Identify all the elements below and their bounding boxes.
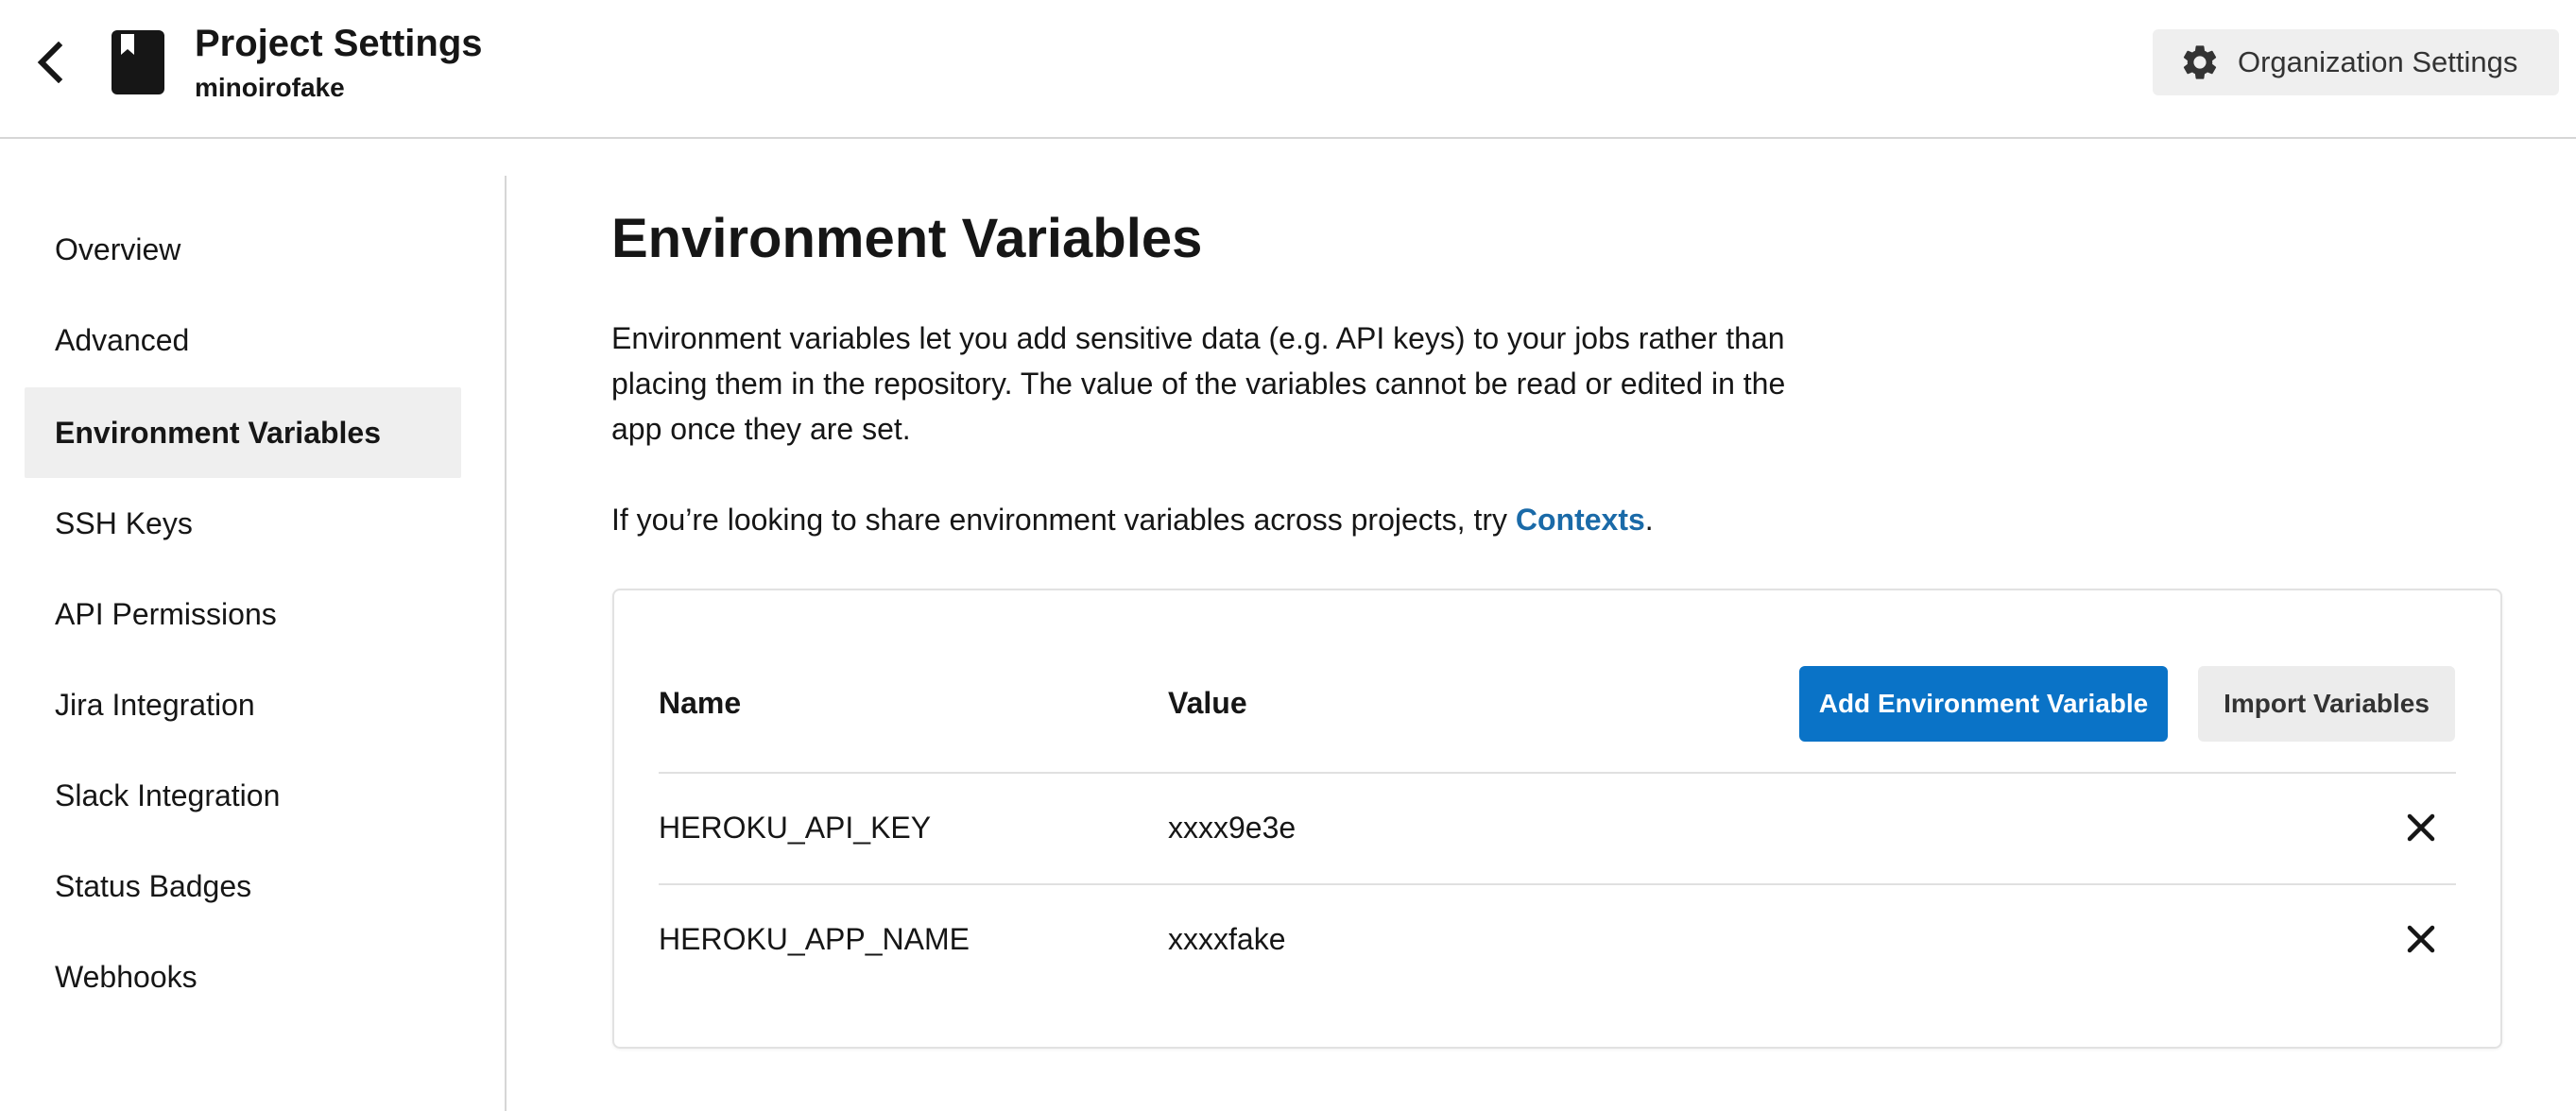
sidebar-item-label: API Permissions [55, 596, 277, 631]
table-cell-value: xxxxfake [1168, 922, 1286, 956]
close-icon [2407, 813, 2435, 842]
table-cell-name: HEROKU_API_KEY [659, 811, 932, 845]
contexts-link[interactable]: Contexts [1516, 503, 1645, 537]
organization-settings-label: Organization Settings [2238, 45, 2518, 78]
sidebar-item-label: Slack Integration [55, 778, 281, 812]
sidebar-item-webhooks[interactable]: Webhooks [25, 932, 461, 1022]
import-variables-button[interactable]: Import Variables [2198, 666, 2455, 742]
sidebar-item-label: Overview [55, 231, 181, 266]
column-header-name: Name [659, 686, 742, 720]
table-row-divider [659, 883, 2456, 885]
back-button[interactable] [26, 36, 74, 89]
table-header-divider [659, 772, 2456, 774]
sidebar-item-label: Status Badges [55, 868, 252, 903]
contexts-hint: If you’re looking to share environment v… [611, 497, 1654, 542]
sidebar-item-slack-integration[interactable]: Slack Integration [25, 750, 461, 841]
section-description: Environment variables let you add sensit… [611, 321, 1786, 446]
sidebar-item-label: Environment Variables [55, 415, 382, 450]
gear-icon [2183, 45, 2217, 79]
column-header-value: Value [1168, 686, 1247, 720]
add-environment-variable-button[interactable]: Add Environment Variable [1799, 666, 2168, 742]
contexts-hint-prefix: If you’re looking to share environment v… [611, 503, 1516, 537]
top-header: Project Settings minoirofake Organizatio… [0, 0, 2576, 139]
sidebar-item-ssh-keys[interactable]: SSH Keys [25, 478, 461, 569]
close-icon [2407, 925, 2435, 953]
sidebar-item-label: Advanced [55, 322, 190, 357]
table-cell-value: xxxx9e3e [1168, 811, 1297, 845]
sidebar-item-jira-integration[interactable]: Jira Integration [25, 659, 461, 750]
organization-settings-button[interactable]: Organization Settings [2153, 29, 2559, 95]
book-icon [112, 30, 164, 94]
sidebar-item-label: Jira Integration [55, 687, 255, 722]
table-cell-name: HEROKU_APP_NAME [659, 922, 970, 956]
delete-variable-button[interactable] [2400, 807, 2442, 848]
delete-variable-button[interactable] [2400, 918, 2442, 960]
sidebar-item-status-badges[interactable]: Status Badges [25, 841, 461, 932]
chevron-left-icon [37, 42, 63, 83]
section-title: Environment Variables [611, 208, 1203, 269]
sidebar-item-overview[interactable]: Overview [25, 204, 461, 295]
project-name: minoirofake [195, 73, 345, 102]
sidebar-item-advanced[interactable]: Advanced [25, 295, 461, 385]
sidebar-item-label: Webhooks [55, 959, 197, 994]
contexts-hint-suffix: . [1644, 503, 1654, 537]
sidebar-item-api-permissions[interactable]: API Permissions [25, 569, 461, 659]
sidebar-item-label: SSH Keys [55, 505, 193, 540]
sidebar-item-environment-variables[interactable]: Environment Variables [25, 387, 461, 478]
settings-sidebar: Overview Advanced Environment Variables … [0, 176, 507, 1111]
page-title: Project Settings [195, 23, 483, 64]
